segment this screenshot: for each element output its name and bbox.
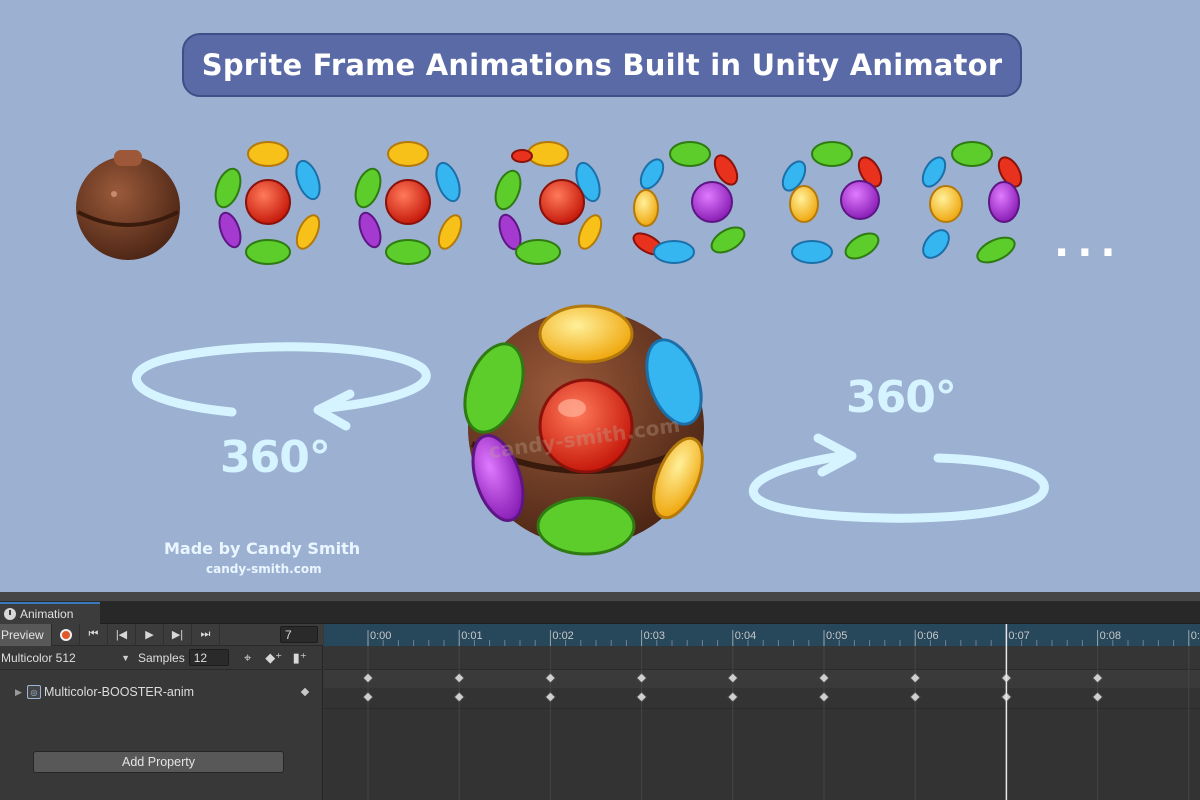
record-icon [59, 628, 72, 641]
record-button[interactable] [52, 623, 80, 646]
sprite-renderer-icon: ◎ [27, 685, 41, 699]
rotation-label-right: 360° [846, 372, 957, 423]
samples-label: Samples [138, 650, 185, 665]
last-keyframe-button[interactable]: ⏭ [192, 623, 220, 646]
previous-keyframe-icon: |◀ [115, 629, 128, 641]
sprite-frames-strip: ... [76, 141, 1124, 266]
property-row[interactable]: ▶ ◎ Multicolor-BOOSTER-anim [0, 680, 323, 704]
preview-button[interactable]: Preview [0, 623, 52, 646]
add-event-button[interactable]: ▮⁺ [287, 648, 313, 668]
sprite-frame-3 [354, 141, 463, 265]
timeline-event-lane [324, 646, 1200, 670]
previous-keyframe-button[interactable]: |◀ [108, 623, 136, 646]
tick-label: 0:05 [826, 630, 847, 642]
ellipsis: ... [1054, 220, 1124, 266]
clip-dropdown[interactable]: Multicolor 512 ▼ [0, 648, 132, 668]
sprite-frame-6 [781, 141, 883, 264]
panel-top-strip [0, 592, 1200, 602]
add-event-icon: ▮⁺ [292, 649, 307, 665]
tick-label: 0:04 [735, 630, 756, 642]
add-property-button[interactable]: Add Property [33, 751, 284, 773]
play-button[interactable]: ▶ [136, 623, 164, 646]
animation-window: Animation Preview ⏮ |◀ ▶ ▶| ⏭ 7 Multicol… [0, 592, 1200, 800]
rotation-arrow-right [748, 433, 1049, 523]
current-frame-field[interactable]: 7 [280, 626, 318, 643]
tick-label: 0:09 [1191, 630, 1200, 642]
sprite-frame-7 [921, 141, 1023, 264]
credit-title: Made by Candy Smith [164, 539, 361, 558]
clip-name: Multicolor 512 [1, 650, 76, 665]
first-keyframe-icon: ⏮ [88, 628, 99, 640]
clip-row: Multicolor 512 ▼ Samples 12 ⌖ ◆⁺ ▮⁺ [0, 646, 323, 670]
tick-label: 0:01 [461, 630, 482, 642]
tick-label: 0:00 [370, 630, 391, 642]
timeline-ruler [324, 624, 1200, 646]
tick-label: 0:03 [644, 630, 665, 642]
sprite-frame-1 [76, 150, 180, 260]
tick-label: 0:02 [552, 630, 573, 642]
credit-url: candy-smith.com [206, 562, 322, 576]
key-lane [324, 688, 1200, 800]
rotation-label-left: 360° [220, 432, 331, 483]
expand-arrow-icon[interactable]: ▶ [15, 687, 27, 698]
filter-icon: ⌖ [244, 649, 252, 665]
sprite-frame-4 [494, 141, 603, 265]
next-keyframe-icon: ▶| [171, 629, 184, 641]
sprite-frame-5 [632, 141, 746, 264]
sprite-frame-2 [214, 141, 321, 265]
tick-label: 0:08 [1100, 630, 1121, 642]
last-keyframe-icon: ⏭ [200, 628, 211, 640]
tick-label: 0:07 [1008, 630, 1029, 642]
property-name: Multicolor-BOOSTER-anim [44, 685, 195, 699]
first-keyframe-button[interactable]: ⏮ [80, 623, 108, 646]
dopesheet-timeline[interactable]: 0:00 0:01 0:02 0:03 0:04 0:05 0:06 0:07 0:08 0:09 [324, 624, 1200, 800]
tab-bar: Animation [0, 602, 1200, 624]
samples-field[interactable]: 12 [188, 649, 229, 666]
title-banner: Sprite Frame Animations Built in Unity A… [182, 33, 1022, 97]
keyframe-marker-icon[interactable] [300, 687, 310, 697]
keyframe-filter-button[interactable]: ⌖ [235, 648, 261, 668]
play-icon: ▶ [145, 629, 154, 641]
add-keyframe-icon: ◆⁺ [265, 649, 283, 665]
clock-icon [4, 608, 16, 620]
chevron-down-icon: ▼ [121, 652, 130, 663]
tab-animation[interactable]: Animation [0, 602, 100, 624]
playback-toolbar: Preview ⏮ |◀ ▶ ▶| ⏭ 7 [0, 623, 323, 646]
add-keyframe-button[interactable]: ◆⁺ [261, 648, 287, 668]
showcase-area: Sprite Frame Animations Built in Unity A… [0, 0, 1200, 592]
next-keyframe-button[interactable]: ▶| [164, 623, 192, 646]
hierarchy-pane: Preview ⏮ |◀ ▶ ▶| ⏭ 7 Multicolor 512 ▼ S… [0, 623, 323, 800]
rotation-arrow-left [132, 342, 431, 431]
timeline-canvas[interactable]: 0:00 0:01 0:02 0:03 0:04 0:05 0:06 0:07 0:08 0:09 [324, 624, 1200, 800]
tick-label: 0:06 [917, 630, 938, 642]
tab-animation-label: Animation [20, 607, 74, 621]
